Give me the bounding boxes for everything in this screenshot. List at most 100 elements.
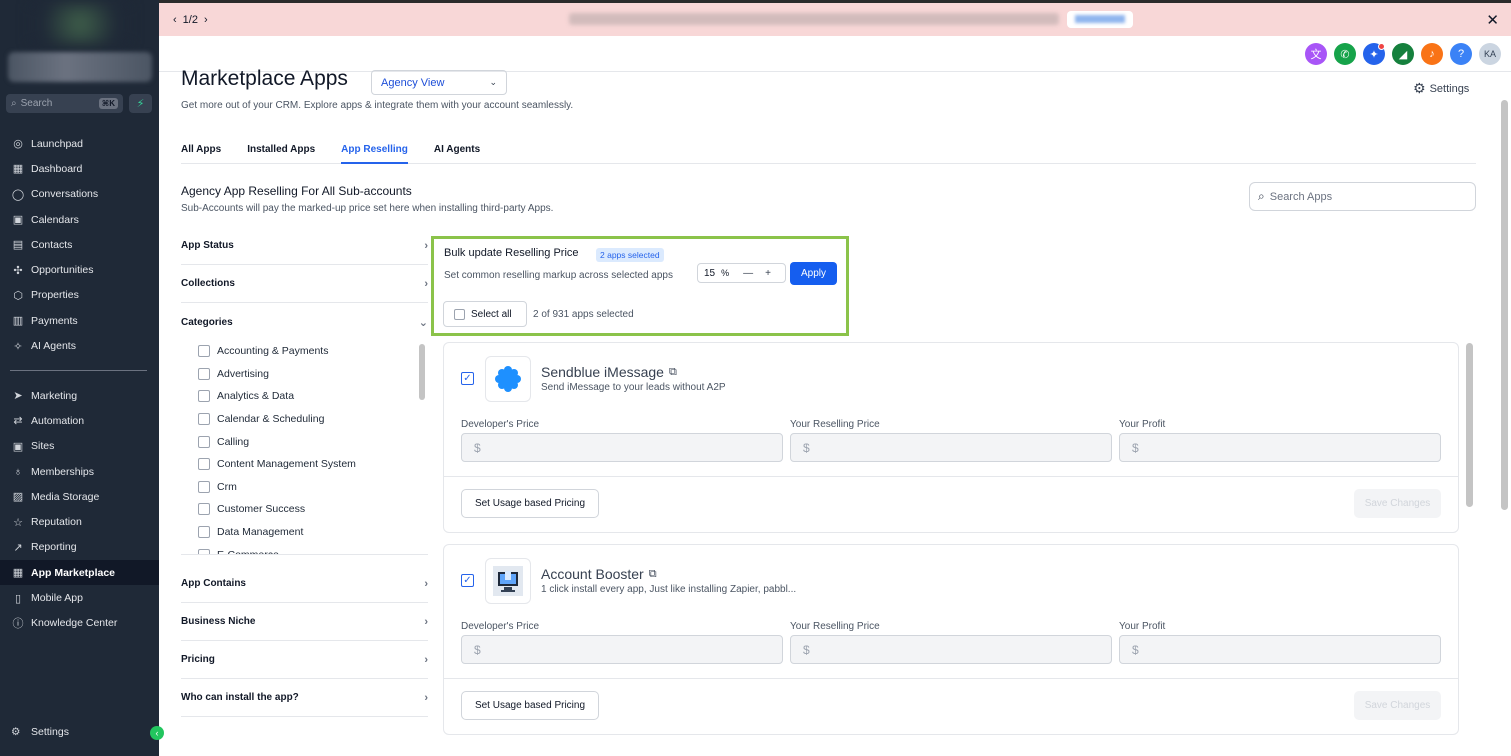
magic-icon[interactable]: ✦ <box>1363 43 1385 65</box>
category-option[interactable]: Data Management <box>181 521 428 544</box>
select-all-checkbox[interactable] <box>454 308 465 320</box>
phone-icon[interactable]: ✆ <box>1334 43 1356 65</box>
category-option[interactable]: Accounting & Payments <box>181 340 428 363</box>
markup-value[interactable]: 15 <box>704 268 715 279</box>
category-option[interactable]: Analytics & Data <box>181 385 428 408</box>
set-usage-pricing-button[interactable]: Set Usage based Pricing <box>461 489 599 518</box>
app-name-link[interactable]: Sendblue iMessage ⧉ <box>541 364 677 380</box>
sidebar-item-marketing[interactable]: ➤ Marketing <box>0 383 159 408</box>
view-select[interactable]: Agency View ⌄ <box>371 70 507 95</box>
select-all-button[interactable]: Select all <box>443 301 527 327</box>
plus-icon[interactable]: + <box>765 268 771 279</box>
category-checkbox[interactable] <box>198 367 210 380</box>
dashboard-icon: ▦ <box>12 163 24 176</box>
sidebar-item-reputation[interactable]: ☆ Reputation <box>0 509 159 534</box>
category-option[interactable]: Calling <box>181 430 428 453</box>
app-select-checkbox[interactable]: ✓ <box>461 574 474 587</box>
section-subtitle: Sub-Accounts will pay the marked-up pric… <box>181 203 554 214</box>
help-icon[interactable]: ? <box>1450 43 1472 65</box>
category-option[interactable]: E-Commerce <box>181 543 428 554</box>
sidebar-item-app-marketplace[interactable]: ▦ App Marketplace <box>0 560 159 586</box>
sidebar-item-automation[interactable]: ⇄ Automation <box>0 408 159 433</box>
filter-app-contains[interactable]: App Contains › <box>181 565 428 603</box>
filter-app-status[interactable]: App Status › <box>181 227 428 265</box>
category-checkbox[interactable] <box>198 480 210 493</box>
translate-icon[interactable]: 文 <box>1305 43 1327 65</box>
close-icon[interactable]: ✕ <box>1486 11 1499 29</box>
app-list-scrollbar[interactable] <box>1466 343 1473 507</box>
sidebar-item-label: Memberships <box>31 465 95 478</box>
sidebar-item-reporting[interactable]: ↗ Reporting <box>0 535 159 560</box>
bell-icon[interactable]: ♪ <box>1421 43 1443 65</box>
sidebar-item-label: Reputation <box>31 516 82 529</box>
category-scrollbar[interactable] <box>419 344 425 400</box>
sidebar-item-calendars[interactable]: ▣ Calendars <box>0 207 159 232</box>
sidebar-item-mobile-app[interactable]: ▯ Mobile App <box>0 585 159 610</box>
filter-categories[interactable]: Categories ⌄ <box>181 303 428 341</box>
sidebar-item-properties[interactable]: ⬡ Properties <box>0 283 159 308</box>
category-option[interactable]: Calendar & Scheduling <box>181 408 428 431</box>
marketplace-settings-button[interactable]: ⚙ Settings <box>1413 80 1469 97</box>
app-select-checkbox[interactable]: ✓ <box>461 372 474 385</box>
category-option[interactable]: Content Management System <box>181 453 428 476</box>
external-link-icon[interactable]: ⧉ <box>669 366 677 379</box>
category-checkbox[interactable] <box>198 526 210 539</box>
apply-button[interactable]: Apply <box>790 262 837 285</box>
chevron-right-icon[interactable]: › <box>204 14 208 26</box>
filter-business-niche[interactable]: Business Niche › <box>181 603 428 641</box>
avatar[interactable]: KA <box>1479 43 1501 65</box>
tab-app-reselling[interactable]: App Reselling <box>341 138 408 164</box>
sidebar-item-dashboard[interactable]: ▦ Dashboard <box>0 156 159 181</box>
reselling-price-label: Your Reselling Price <box>790 621 880 632</box>
reselling-price-field[interactable]: $ <box>790 635 1112 664</box>
sidebar-item-payments[interactable]: ▥ Payments <box>0 308 159 333</box>
sidebar-item-knowledge-center[interactable]: ⓘ Knowledge Center <box>0 611 159 636</box>
app-name-link[interactable]: Account Booster ⧉ <box>541 566 657 582</box>
category-option[interactable]: Advertising <box>181 363 428 386</box>
megaphone-icon[interactable]: ◢ <box>1392 43 1414 65</box>
search-icon: ⌕ <box>11 98 17 109</box>
minus-icon[interactable]: — <box>743 268 753 279</box>
filter-who-can-install[interactable]: Who can install the app? › <box>181 679 428 717</box>
external-link-icon[interactable]: ⧉ <box>649 568 657 581</box>
search-apps-input[interactable]: ⌕ Search Apps <box>1249 182 1476 211</box>
tab-installed-apps[interactable]: Installed Apps <box>247 138 315 164</box>
sidebar-item-launchpad[interactable]: ◎ Launchpad <box>0 131 159 156</box>
category-label: Data Management <box>217 526 304 539</box>
filter-pricing[interactable]: Pricing › <box>181 641 428 679</box>
sidebar-item-opportunities[interactable]: ✣ Opportunities <box>0 257 159 282</box>
sidebar-settings[interactable]: ⚙ Settings <box>0 720 159 744</box>
quick-action-bolt-icon[interactable]: ⚡ <box>129 94 152 113</box>
set-usage-pricing-button[interactable]: Set Usage based Pricing <box>461 691 599 720</box>
category-checkbox[interactable] <box>198 503 210 516</box>
banner-action-button[interactable] <box>1067 11 1133 28</box>
category-checkbox[interactable] <box>198 345 210 358</box>
sidebar-item-label: Sites <box>31 440 55 453</box>
chevron-left-icon[interactable]: ‹ <box>173 14 177 26</box>
category-option[interactable]: Customer Success <box>181 498 428 521</box>
save-changes-button[interactable]: Save Changes <box>1354 691 1441 720</box>
category-checkbox[interactable] <box>198 413 210 426</box>
sidebar-item-contacts[interactable]: ▤ Contacts <box>0 232 159 257</box>
page-scrollbar[interactable] <box>1501 100 1508 510</box>
tab-all-apps[interactable]: All Apps <box>181 138 221 164</box>
sidebar-item-conversations[interactable]: ◯ Conversations <box>0 182 159 207</box>
sidebar-search[interactable]: ⌕ Search ⌘K <box>6 94 123 113</box>
info-icon: ⓘ <box>12 618 24 631</box>
category-checkbox[interactable] <box>198 435 210 448</box>
sidebar-item-memberships[interactable]: ♁ Memberships <box>0 459 159 484</box>
reselling-price-field[interactable]: $ <box>790 433 1112 462</box>
sidebar-item-media-storage[interactable]: ▨ Media Storage <box>0 484 159 509</box>
account-switcher[interactable] <box>8 52 152 82</box>
sparkle-icon: ✧ <box>13 340 23 353</box>
sidebar-item-ai-agents[interactable]: ✧ AI Agents <box>0 333 159 358</box>
save-changes-button[interactable]: Save Changes <box>1354 489 1441 518</box>
category-option[interactable]: Crm <box>181 476 428 499</box>
sidebar-item-sites[interactable]: ▣ Sites <box>0 434 159 459</box>
collapse-sidebar-icon[interactable]: ‹ <box>150 726 164 740</box>
filter-collections[interactable]: Collections › <box>181 265 428 303</box>
tab-ai-agents[interactable]: AI Agents <box>434 138 480 164</box>
markup-stepper[interactable]: 15 % — + <box>697 263 786 283</box>
category-checkbox[interactable] <box>198 458 210 471</box>
category-checkbox[interactable] <box>198 390 210 403</box>
